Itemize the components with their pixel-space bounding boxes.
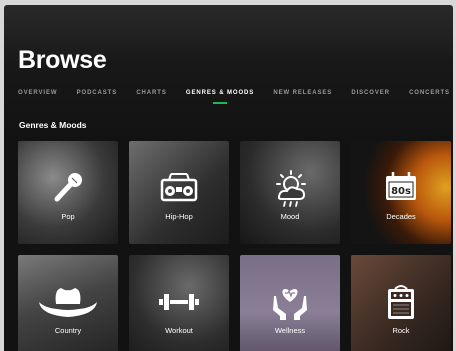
- genre-tile-hip-hop[interactable]: Hip-Hop: [129, 141, 229, 244]
- cowboy-hat-icon: [39, 288, 97, 318]
- browse-tabs: OVERVIEW PODCASTS CHARTS GENRES & MOODS …: [18, 89, 450, 105]
- heart-hands-icon: [273, 289, 307, 321]
- dumbbell-icon: [159, 294, 199, 311]
- tab-new-releases[interactable]: NEW RELEASES: [273, 89, 332, 105]
- tab-charts[interactable]: CHARTS: [136, 89, 166, 105]
- genre-grid: Pop Hip-Hop Mood 80s Decades Country Wor…: [18, 141, 451, 351]
- boombox-icon: [160, 173, 198, 202]
- tab-overview[interactable]: OVERVIEW: [18, 89, 57, 105]
- eighties-icon: 80s: [386, 172, 416, 201]
- genre-label: Hip-Hop: [165, 212, 193, 221]
- amplifier-icon: [388, 285, 414, 320]
- genre-tile-rock[interactable]: Rock: [351, 255, 451, 351]
- genre-label: Rock: [392, 326, 410, 335]
- browse-page: Browse OVERVIEW PODCASTS CHARTS GENRES &…: [4, 5, 453, 351]
- tab-discover[interactable]: DISCOVER: [351, 89, 390, 105]
- genre-tile-mood[interactable]: Mood: [240, 141, 340, 244]
- genre-tile-workout[interactable]: Workout: [129, 255, 229, 351]
- genre-label: Country: [54, 326, 82, 335]
- section-title: Genres & Moods: [19, 120, 87, 130]
- tab-podcasts[interactable]: PODCASTS: [77, 89, 118, 105]
- genre-label: Wellness: [274, 326, 306, 335]
- genre-tile-decades[interactable]: 80s Decades: [351, 141, 451, 244]
- genre-label: Workout: [165, 326, 193, 335]
- tab-concerts[interactable]: CONCERTS: [409, 89, 450, 105]
- page-title: Browse: [18, 46, 107, 74]
- genre-label: Pop: [61, 212, 75, 221]
- genre-tile-pop[interactable]: Pop: [18, 141, 118, 244]
- genre-tile-country[interactable]: Country: [18, 255, 118, 351]
- genre-label: Mood: [280, 212, 300, 221]
- genre-tile-wellness[interactable]: Wellness: [240, 255, 340, 351]
- weather-icon: [276, 170, 306, 208]
- genre-label: Decades: [386, 212, 416, 221]
- microphone-icon: [54, 173, 82, 202]
- tab-genres-moods[interactable]: GENRES & MOODS: [186, 89, 254, 105]
- svg-text:80s: 80s: [391, 186, 411, 197]
